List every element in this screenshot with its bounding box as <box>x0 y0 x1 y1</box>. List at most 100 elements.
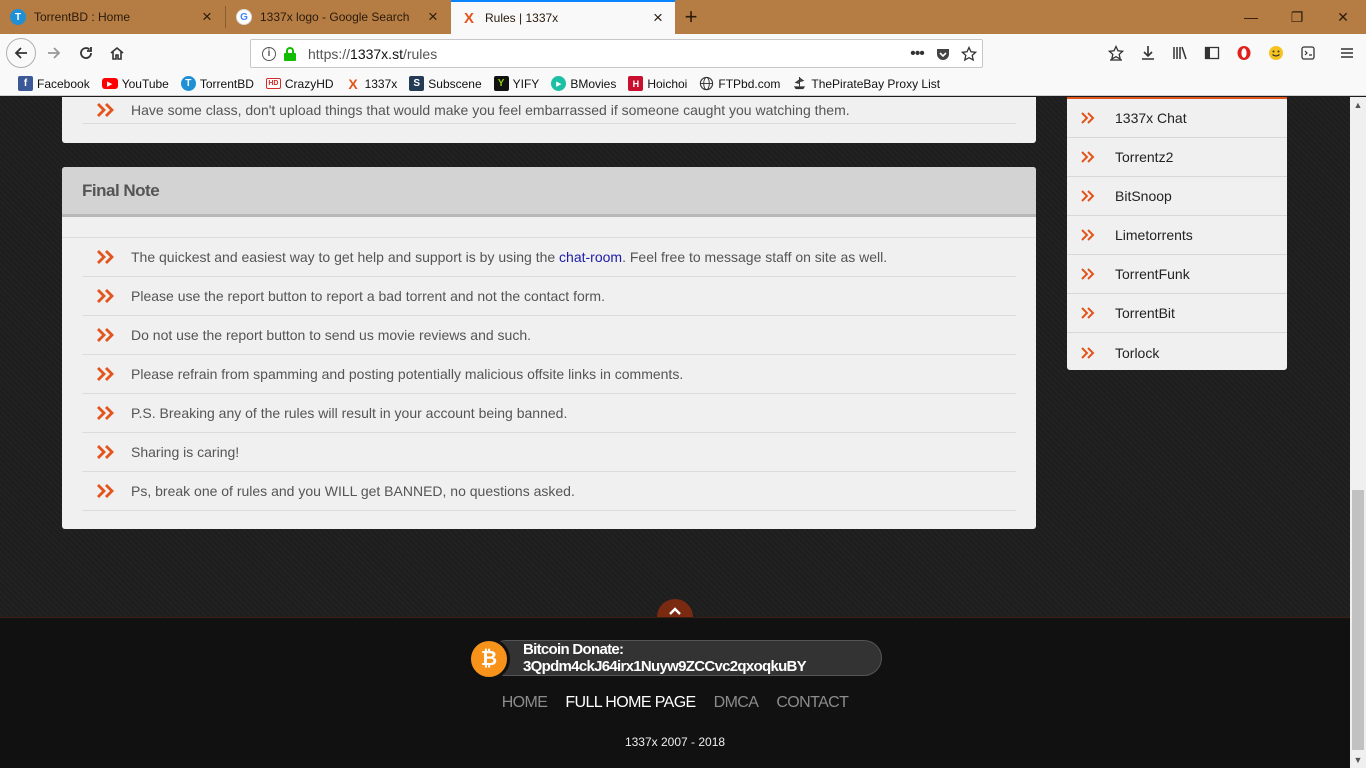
subscene-icon: S <box>409 76 425 91</box>
rule-item: Please use the report button to report a… <box>82 277 1016 316</box>
bookmark-label: Hoichoi <box>647 76 688 91</box>
page-content: Have some class, don't upload things tha… <box>0 97 1350 768</box>
minimize-button[interactable]: — <box>1228 0 1274 34</box>
pirate-ship-icon <box>792 76 807 91</box>
lock-icon[interactable] <box>284 46 296 61</box>
sidebar-item-torlock[interactable]: Torlock <box>1067 333 1287 372</box>
scrollbar-thumb[interactable] <box>1352 490 1364 750</box>
double-chevron-right-icon <box>1081 307 1095 319</box>
tab-strip: T TorrentBD : Home × G 1337x logo - Goog… <box>0 0 1366 34</box>
rule-text-part: The quickest and easiest way to get help… <box>131 249 560 265</box>
restore-button[interactable]: ❐ <box>1274 0 1320 34</box>
bookmark-label: TorrentBD <box>199 76 254 91</box>
url-prefix: https:// <box>308 45 351 62</box>
rule-item: Please refrain from spamming and posting… <box>82 355 1016 394</box>
bookmark-label: FTPbd.com <box>718 76 781 91</box>
sidebar-item-torrentbit[interactable]: TorrentBit <box>1067 294 1287 333</box>
rule-text: Sharing is caring! <box>131 444 240 460</box>
bookmark-yify[interactable]: Y YIFY <box>493 76 539 91</box>
double-chevron-right-icon <box>96 483 116 499</box>
final-note-header: Final Note <box>62 167 1036 217</box>
sidebar-item-label: BitSnoop <box>1115 188 1172 204</box>
bookmark-youtube[interactable]: ▶ YouTube <box>101 76 169 91</box>
rule-text: Please use the report button to report a… <box>131 288 605 304</box>
bookmark-bmovies[interactable]: ▶ BMovies <box>551 76 616 91</box>
double-chevron-right-icon <box>1081 151 1095 163</box>
emoji-extension-icon[interactable] <box>1265 42 1287 64</box>
rule-text: Have some class, don't upload things tha… <box>131 102 850 118</box>
sidebar-item-label: Torlock <box>1115 344 1160 361</box>
footer-link-dmca[interactable]: DMCA <box>714 694 759 712</box>
double-chevron-right-icon <box>96 327 116 343</box>
sidebar-item-torrentz2[interactable]: Torrentz2 <box>1067 138 1287 177</box>
back-to-top-button[interactable] <box>657 599 693 618</box>
tab-torrentbd[interactable]: T TorrentBD : Home × <box>0 0 224 34</box>
double-chevron-right-icon <box>1081 229 1095 241</box>
tab-rules-1337x[interactable]: X Rules | 1337x × <box>451 0 675 34</box>
navigation-toolbar: i https://1337x.st/rules ••• <box>0 34 1366 72</box>
bookmark-subscene[interactable]: S Subscene <box>409 76 482 91</box>
bookmarks-menu-icon[interactable] <box>1105 42 1127 64</box>
screenshot-extension-icon[interactable] <box>1297 42 1319 64</box>
library-icon[interactable] <box>1169 42 1191 64</box>
close-tab-icon[interactable]: × <box>200 7 214 26</box>
info-icon[interactable]: i <box>262 46 276 61</box>
sidebar-item-limetorrents[interactable]: Limetorrents <box>1067 216 1287 255</box>
bookmark-torrentbd[interactable]: T TorrentBD <box>180 76 254 91</box>
bookmark-star-icon[interactable] <box>956 41 982 67</box>
reload-button[interactable] <box>72 39 100 67</box>
hamburger-menu-icon[interactable] <box>1336 42 1358 64</box>
pocket-icon[interactable] <box>930 41 956 67</box>
double-chevron-right-icon <box>96 444 116 460</box>
bookmarks-toolbar: f Facebook ▶ YouTube T TorrentBD HD Craz… <box>0 72 1366 96</box>
rule-text: Ps, break one of rules and you WILL get … <box>131 483 575 499</box>
close-tab-icon[interactable]: × <box>651 8 665 27</box>
opera-extension-icon[interactable] <box>1233 42 1255 64</box>
sidebar-item-bitsnoop[interactable]: BitSnoop <box>1067 177 1287 216</box>
footer-link-contact[interactable]: CONTACT <box>776 694 849 712</box>
sidebar-toggle-icon[interactable] <box>1201 42 1223 64</box>
double-chevron-right-icon <box>1081 112 1095 124</box>
bitcoin-donate[interactable]: Bitcoin Donate: 3Qpdm4ckJ64irx1Nuyw9ZCCv… <box>468 638 882 680</box>
scroll-down-arrow-icon[interactable]: ▼ <box>1350 752 1366 768</box>
footer-link-full-home-page[interactable]: FULL HOME PAGE <box>565 694 696 712</box>
rule-text-part: . Feel free to message staff on site as … <box>622 249 888 265</box>
chat-room-link[interactable]: chat-room <box>559 249 622 265</box>
home-icon <box>110 46 124 60</box>
address-bar[interactable]: i https://1337x.st/rules ••• <box>250 39 983 68</box>
scroll-up-arrow-icon[interactable]: ▲ <box>1350 97 1366 113</box>
bookmark-1337x[interactable]: X 1337x <box>346 75 397 92</box>
bitcoin-donate-pill[interactable]: Bitcoin Donate: 3Qpdm4ckJ64irx1Nuyw9ZCCv… <box>488 640 882 676</box>
close-tab-icon[interactable]: × <box>426 7 440 26</box>
bookmark-label: CrazyHD <box>284 76 334 91</box>
back-button[interactable] <box>6 38 36 68</box>
new-tab-button[interactable]: + <box>680 3 702 31</box>
hoichoi-icon: H <box>628 76 644 91</box>
url-text[interactable]: https://1337x.st/rules <box>308 46 904 62</box>
bookmark-label: YouTube <box>121 76 169 91</box>
forward-button[interactable] <box>40 39 68 67</box>
sidebar-item-1337x-chat[interactable]: 1337x Chat <box>1067 99 1287 138</box>
rules-box-previous: Have some class, don't upload things tha… <box>62 97 1036 143</box>
chevron-up-icon <box>669 607 681 615</box>
copyright: 1337x 2007 - 2018 <box>624 735 726 749</box>
sidebar-item-torrentfunk[interactable]: TorrentFunk <box>1067 255 1287 294</box>
reload-icon <box>80 47 92 59</box>
footer-link-home[interactable]: HOME <box>502 694 548 712</box>
bookmark-ftpbd[interactable]: FTPbd.com <box>699 76 780 91</box>
bookmark-facebook[interactable]: f Facebook <box>18 76 90 91</box>
bookmark-label: Subscene <box>428 76 482 91</box>
1337x-icon: X <box>348 75 358 92</box>
bookmark-thepiratebay-proxy-list[interactable]: ThePirateBay Proxy List <box>792 76 940 91</box>
close-window-button[interactable]: ✕ <box>1320 0 1366 34</box>
home-button[interactable] <box>103 39 131 67</box>
crazyhd-icon: HD <box>265 78 281 89</box>
tab-google-search[interactable]: G 1337x logo - Google Search × <box>226 0 450 34</box>
bookmark-crazyhd[interactable]: HD CrazyHD <box>265 76 334 91</box>
arrow-right-icon <box>48 47 61 59</box>
page-scrollbar[interactable]: ▲ ▼ <box>1350 97 1366 768</box>
download-icon[interactable] <box>1137 42 1159 64</box>
bookmark-hoichoi[interactable]: H Hoichoi <box>628 76 687 91</box>
double-chevron-right-icon <box>1081 346 1095 359</box>
page-actions-icon[interactable]: ••• <box>904 41 930 67</box>
